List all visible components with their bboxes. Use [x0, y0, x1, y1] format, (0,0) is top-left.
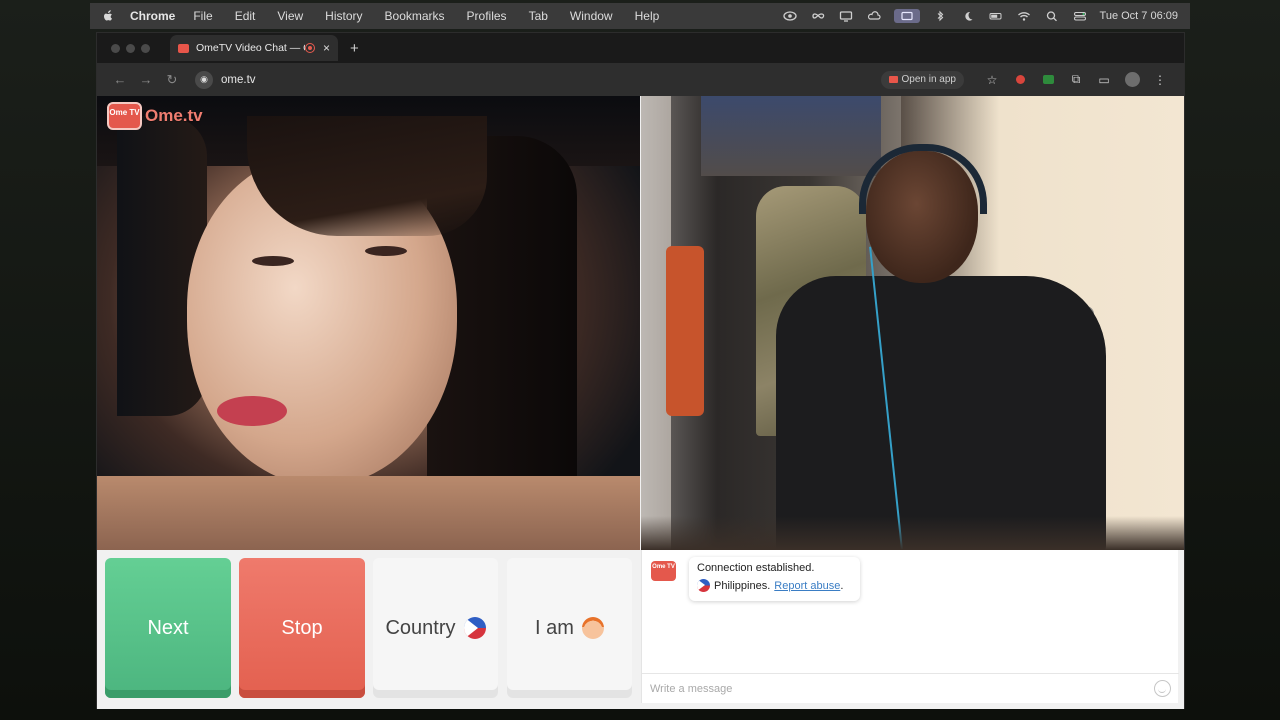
- apple-icon[interactable]: [102, 10, 114, 22]
- logo-wordmark: Ome.tv: [145, 106, 203, 125]
- bookmark-star-icon[interactable]: ☆: [983, 71, 1001, 89]
- browser-toolbar: ← → ↻ ◉ ome.tv Open in app ☆ ⧉ ▭ ⋮: [97, 63, 1184, 96]
- boy-avatar-icon: [581, 617, 604, 639]
- menu-file[interactable]: File: [193, 9, 212, 23]
- report-abuse-link[interactable]: Report abuse: [774, 580, 840, 592]
- infinity-icon[interactable]: [810, 10, 826, 22]
- menu-clock[interactable]: Tue Oct 7 06:09: [1100, 10, 1178, 22]
- side-panel-icon[interactable]: ▭: [1095, 71, 1113, 89]
- tab-strip: OmeTV Video Chat — Om × +: [97, 33, 1184, 63]
- search-icon[interactable]: [1044, 10, 1060, 22]
- extension-icon[interactable]: [1039, 71, 1057, 89]
- stranger-country-text: Philippines.: [714, 579, 771, 592]
- url-text: ome.tv: [221, 73, 256, 86]
- screen-mirroring-icon[interactable]: [893, 9, 920, 23]
- tab-title: OmeTV Video Chat — Om: [196, 42, 305, 54]
- chat-panel: Ome TV Connection established. Philippin…: [641, 550, 1179, 703]
- ometv-logo[interactable]: Ome TV Ome.tv: [107, 102, 203, 130]
- next-button[interactable]: Next: [105, 558, 231, 698]
- self-video: [641, 96, 1184, 550]
- menu-bar: Chrome File Edit View History Bookmarks …: [90, 3, 1190, 29]
- message-input[interactable]: [650, 682, 1154, 695]
- battery-icon[interactable]: [988, 10, 1004, 22]
- eye-icon[interactable]: [782, 10, 798, 22]
- zoom-window-button[interactable]: [141, 43, 150, 53]
- stranger-video: Ome TV Ome.tv: [97, 96, 640, 550]
- menu-view[interactable]: View: [277, 9, 303, 23]
- cloud-icon[interactable]: [866, 10, 882, 22]
- menu-app-name[interactable]: Chrome: [130, 9, 175, 23]
- profile-avatar-icon[interactable]: [1123, 71, 1141, 89]
- back-arrow-icon[interactable]: ←: [107, 72, 133, 87]
- record-extension-icon[interactable]: [1011, 71, 1029, 89]
- country-label: Country: [385, 616, 456, 639]
- new-tab-button[interactable]: +: [350, 40, 359, 57]
- philippines-flag-icon: [463, 617, 486, 639]
- ometv-chat-avatar-icon: Ome TV: [651, 561, 676, 581]
- menu-tab[interactable]: Tab: [529, 9, 548, 23]
- wifi-icon[interactable]: [1016, 10, 1032, 22]
- close-window-button[interactable]: [111, 43, 120, 53]
- bluetooth-icon[interactable]: [932, 10, 948, 22]
- open-in-app-button[interactable]: Open in app: [880, 70, 964, 89]
- ometv-favicon-icon: [178, 43, 189, 53]
- system-message-bubble: Connection established. Philippines. Rep…: [689, 557, 860, 601]
- display-icon[interactable]: [838, 10, 854, 22]
- country-filter-button[interactable]: Country: [373, 558, 498, 698]
- iam-label: I am: [535, 616, 574, 639]
- browser-window: OmeTV Video Chat — Om × + ← → ↻ ◉ ome.tv…: [96, 32, 1185, 709]
- tab-ometv[interactable]: OmeTV Video Chat — Om ×: [170, 35, 338, 61]
- menu-edit[interactable]: Edit: [235, 9, 256, 23]
- forward-arrow-icon[interactable]: →: [133, 72, 159, 87]
- address-bar[interactable]: ◉ ome.tv: [195, 68, 881, 92]
- philippines-flag-icon: [697, 579, 710, 592]
- app-icon: [888, 76, 898, 83]
- tab-close-icon[interactable]: ×: [323, 41, 330, 55]
- next-label: Next: [147, 616, 189, 639]
- menu-bookmarks[interactable]: Bookmarks: [385, 9, 445, 23]
- moon-icon[interactable]: [960, 10, 976, 22]
- stop-button[interactable]: Stop: [239, 558, 365, 698]
- reload-icon[interactable]: ↻: [159, 72, 185, 88]
- extensions-puzzle-icon[interactable]: ⧉: [1067, 71, 1085, 89]
- emoji-smile-icon[interactable]: [1154, 680, 1171, 697]
- kebab-menu-icon[interactable]: ⋮: [1151, 71, 1169, 89]
- menu-profiles[interactable]: Profiles: [467, 9, 507, 23]
- menu-history[interactable]: History: [325, 9, 362, 23]
- minimize-window-button[interactable]: [126, 43, 135, 53]
- open-in-app-label: Open in app: [901, 74, 957, 85]
- connection-status-text: Connection established.: [697, 562, 815, 574]
- menu-window[interactable]: Window: [570, 9, 613, 23]
- tv-logo-icon: Ome TV: [107, 102, 142, 130]
- stop-label: Stop: [281, 616, 323, 639]
- message-bar: [642, 673, 1179, 703]
- site-info-icon[interactable]: ◉: [195, 70, 213, 89]
- recording-indicator-icon: [304, 43, 315, 53]
- menu-help[interactable]: Help: [635, 9, 660, 23]
- desktop: Chrome File Edit View History Bookmarks …: [0, 0, 1280, 720]
- gender-select-button[interactable]: I am: [507, 558, 632, 698]
- report-suffix: .: [840, 579, 844, 592]
- ometv-page: Ome TV Ome.tv Next Stop Country I am Ome…: [97, 96, 1184, 709]
- control-center-icon[interactable]: [1072, 10, 1088, 22]
